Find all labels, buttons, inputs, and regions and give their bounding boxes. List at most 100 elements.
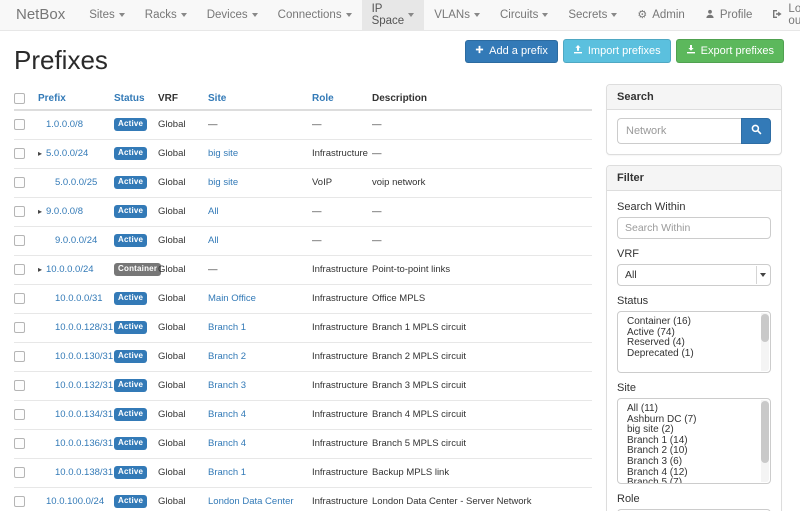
row-checkbox[interactable]: [14, 380, 25, 391]
prefix-link[interactable]: 10.0.0.132/31: [55, 380, 113, 391]
prefix-link[interactable]: 10.0.0.134/31: [55, 409, 113, 420]
sort-link[interactable]: Status: [114, 93, 145, 104]
search-button[interactable]: [741, 118, 771, 144]
vrf-value: Global: [158, 119, 185, 130]
export-prefixes-button[interactable]: Export prefixes: [676, 39, 784, 63]
add-a-prefix-button[interactable]: Add a prefix: [465, 40, 558, 63]
prefix-link[interactable]: 9.0.0.0/8: [46, 206, 83, 217]
prefix-link[interactable]: 5.0.0.0/24: [46, 148, 88, 159]
prefix-link[interactable]: 1.0.0.0/8: [46, 119, 83, 130]
site-link[interactable]: Branch 4: [208, 409, 246, 420]
select-option[interactable]: All (11): [618, 404, 770, 415]
select-option[interactable]: Branch 5 (7): [618, 478, 770, 484]
vrf-value: Global: [158, 177, 185, 188]
app-brand[interactable]: NetBox: [0, 0, 79, 30]
nav-admin[interactable]: ⚙Admin: [627, 0, 694, 30]
status-scrollbar[interactable]: [761, 313, 769, 371]
row-checkbox[interactable]: [14, 467, 25, 478]
site-scrollbar[interactable]: [761, 400, 769, 482]
row-checkbox[interactable]: [14, 293, 25, 304]
select-all-checkbox[interactable]: [14, 93, 25, 104]
description-value: voip network: [372, 177, 425, 188]
table-row: 10.0.0.130/31ActiveGlobalBranch 2Infrast…: [14, 342, 592, 371]
site-link[interactable]: All: [208, 235, 219, 246]
site-link[interactable]: All: [208, 206, 219, 217]
nav-menu-vlans[interactable]: VLANs: [424, 0, 490, 30]
select-option[interactable]: Container (16): [618, 317, 770, 328]
sort-link[interactable]: Prefix: [38, 93, 66, 104]
nav-menu-secrets[interactable]: Secrets: [558, 0, 627, 30]
prefix-link[interactable]: 10.0.0.0/24: [46, 264, 94, 275]
sort-link[interactable]: Role: [312, 93, 334, 104]
site-multiselect[interactable]: All (11)Ashburn DC (7)big site (2)Branch…: [617, 398, 771, 484]
nav-menu-ip-space[interactable]: IP Space: [362, 0, 425, 30]
site-link[interactable]: Branch 1: [208, 322, 246, 333]
nav-menu-sites[interactable]: Sites: [79, 0, 135, 30]
row-checkbox[interactable]: [14, 235, 25, 246]
expand-icon[interactable]: ▸: [38, 265, 46, 274]
row-checkbox[interactable]: [14, 322, 25, 333]
search-within-input[interactable]: [617, 217, 771, 239]
role-value: —: [312, 235, 322, 246]
vrf-value: Global: [158, 264, 185, 275]
nav-menu-devices[interactable]: Devices: [197, 0, 268, 30]
select-option[interactable]: Deprecated (1): [618, 349, 770, 360]
chevron-down-icon: [756, 266, 769, 284]
expand-icon[interactable]: ▸: [38, 149, 46, 158]
scrollbar-thumb[interactable]: [761, 401, 769, 463]
site-link[interactable]: London Data Center: [208, 496, 294, 507]
site-link[interactable]: Main Office: [208, 293, 256, 304]
prefix-link[interactable]: 10.0.0.130/31: [55, 351, 113, 362]
status-multiselect[interactable]: Container (16)Active (74)Reserved (4)Dep…: [617, 311, 771, 373]
prefix-link[interactable]: 5.0.0.0/25: [55, 177, 97, 188]
prefix-link[interactable]: 10.0.0.0/31: [55, 293, 103, 304]
nav-log-out[interactable]: Log out: [762, 0, 800, 30]
nav-menu-racks[interactable]: Racks: [135, 0, 197, 30]
column-header-site: Site: [208, 87, 312, 110]
table-row: ▸9.0.0.0/8ActiveGlobalAll——: [14, 197, 592, 226]
site-link[interactable]: Branch 4: [208, 438, 246, 449]
row-checkbox[interactable]: [14, 119, 25, 130]
prefix-link[interactable]: 10.0.0.138/31: [55, 467, 113, 478]
chevron-down-icon: [408, 13, 414, 17]
select-option[interactable]: Branch 3 (6): [618, 457, 770, 468]
site-link[interactable]: Branch 1: [208, 467, 246, 478]
row-checkbox[interactable]: [14, 409, 25, 420]
table-row: 10.0.0.134/31ActiveGlobalBranch 4Infrast…: [14, 400, 592, 429]
nav-profile[interactable]: Profile: [695, 0, 763, 30]
status-badge: Active: [114, 350, 147, 363]
nav-menu-circuits[interactable]: Circuits: [490, 0, 558, 30]
row-checkbox[interactable]: [14, 148, 25, 159]
status-badge: Active: [114, 379, 147, 392]
prefix-link[interactable]: 10.0.0.136/31: [55, 438, 113, 449]
row-checkbox[interactable]: [14, 351, 25, 362]
status-label: Status: [617, 295, 771, 307]
vrf-value: Global: [158, 206, 185, 217]
vrf-select[interactable]: All: [617, 264, 771, 286]
prefix-link[interactable]: 10.0.0.128/31: [55, 322, 113, 333]
row-checkbox[interactable]: [14, 264, 25, 275]
row-checkbox[interactable]: [14, 206, 25, 217]
role-value: Infrastructure: [312, 148, 368, 159]
row-checkbox[interactable]: [14, 496, 25, 507]
row-checkbox[interactable]: [14, 177, 25, 188]
table-row: 1.0.0.0/8ActiveGlobal———: [14, 110, 592, 139]
site-link[interactable]: big site: [208, 148, 238, 159]
status-badge: Active: [114, 495, 147, 508]
sort-link[interactable]: Site: [208, 93, 226, 104]
search-input[interactable]: [617, 118, 741, 144]
prefix-link[interactable]: 10.0.100.0/24: [46, 496, 104, 507]
description-value: Office MPLS: [372, 293, 425, 304]
nav-menu-connections[interactable]: Connections: [268, 0, 362, 30]
expand-icon[interactable]: ▸: [38, 207, 46, 216]
import-prefixes-button[interactable]: Import prefixes: [563, 39, 671, 63]
prefix-link[interactable]: 9.0.0.0/24: [55, 235, 97, 246]
role-value: Infrastructure: [312, 380, 368, 391]
row-checkbox[interactable]: [14, 438, 25, 449]
role-value: Infrastructure: [312, 351, 368, 362]
site-link[interactable]: Branch 3: [208, 380, 246, 391]
site-link[interactable]: big site: [208, 177, 238, 188]
scrollbar-thumb[interactable]: [761, 314, 769, 342]
site-link[interactable]: Branch 2: [208, 351, 246, 362]
site-empty: —: [208, 119, 218, 130]
